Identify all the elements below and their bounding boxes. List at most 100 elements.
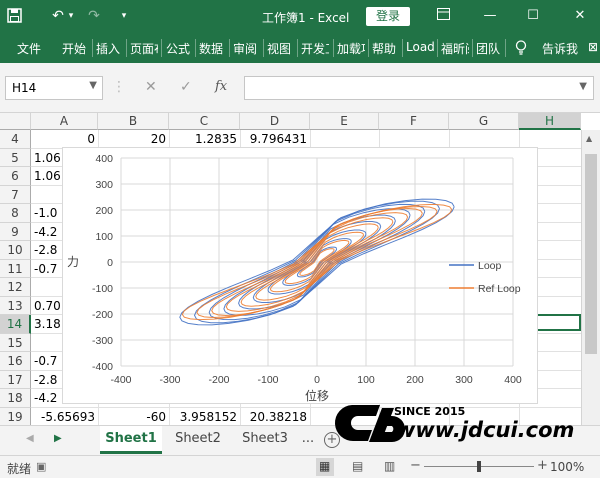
column-header-g[interactable]: G: [449, 113, 519, 130]
select-all-corner[interactable]: [0, 113, 31, 130]
zoom-level[interactable]: 100%: [550, 460, 584, 474]
minimize-icon[interactable]: —: [483, 8, 497, 23]
customize-toolbar-icon[interactable]: ▾: [118, 8, 130, 24]
sheet-tab-sheet2[interactable]: Sheet2: [166, 426, 230, 454]
sheet-tab-sheet3[interactable]: Sheet3: [234, 426, 296, 454]
cell-a19[interactable]: -5.65693: [31, 409, 98, 425]
row-header-4[interactable]: 4: [0, 130, 31, 149]
row-header-17[interactable]: 17: [0, 370, 31, 389]
macro-record-icon[interactable]: ▣: [36, 460, 46, 473]
vertical-scrollbar[interactable]: ▲: [581, 130, 600, 425]
cell-d19[interactable]: 20.38218: [240, 409, 310, 425]
zoom-in-icon[interactable]: +: [537, 458, 548, 473]
vertical-scroll-thumb[interactable]: [585, 154, 597, 354]
page-break-view-icon[interactable]: ▥: [384, 459, 395, 473]
tab-help[interactable]: 帮助: [372, 40, 398, 57]
x-tick-label: -200: [208, 374, 229, 386]
row-header-8[interactable]: 8: [0, 204, 31, 223]
zoom-out-icon[interactable]: −: [410, 458, 421, 473]
page-layout-view-icon[interactable]: ▤: [352, 459, 363, 473]
more-sheets[interactable]: ...: [298, 426, 318, 454]
column-header-a[interactable]: A: [31, 113, 98, 130]
legend-label: Ref Loop: [478, 283, 521, 295]
formula-input[interactable]: ▼: [244, 76, 594, 100]
row-header-5[interactable]: 5: [0, 148, 31, 167]
y-tick-label: 0: [107, 257, 113, 269]
cell-b19[interactable]: -60: [98, 409, 169, 425]
tab-load-test[interactable]: Load Test: [406, 40, 434, 54]
row-header-16[interactable]: 16: [0, 352, 31, 371]
tab-data[interactable]: 数据: [199, 40, 225, 57]
close-icon[interactable]: ✕: [573, 8, 587, 23]
tab-review[interactable]: 审阅: [233, 40, 259, 57]
chart-area[interactable]: 400 300 200 100 0 -100 -200 -300 -400 -400 -300 -20…: [62, 147, 538, 404]
tab-addins[interactable]: 加载项: [337, 40, 365, 57]
cell-a4[interactable]: 0: [31, 131, 98, 147]
x-tick-label: 0: [314, 374, 320, 386]
formula-bar: H14 ▼ ⋮ ✕ ✓ fx ▼: [0, 63, 600, 113]
prev-sheet-icon[interactable]: ◀: [26, 433, 34, 444]
column-header-e[interactable]: E: [310, 113, 379, 130]
ribbon-display-icon[interactable]: [436, 8, 450, 24]
row-header-19[interactable]: 19: [0, 407, 31, 425]
row-header-11[interactable]: 11: [0, 259, 31, 278]
tab-page-layout[interactable]: 页面布局: [130, 40, 158, 57]
y-tick-label: 400: [95, 153, 113, 165]
y-tick-label: 300: [95, 179, 113, 191]
tab-home[interactable]: 开始: [62, 40, 88, 57]
tab-view[interactable]: 视图: [267, 40, 293, 57]
next-sheet-icon[interactable]: ▶: [54, 433, 62, 444]
sheet-tab-sheet1[interactable]: Sheet1: [100, 426, 162, 454]
column-header-f[interactable]: F: [379, 113, 449, 130]
chevron-down-icon[interactable]: ▼: [89, 80, 97, 91]
undo-icon[interactable]: ↶: [48, 8, 68, 24]
cell-d4[interactable]: 9.796431: [240, 131, 310, 147]
share-icon[interactable]: ⊠: [588, 40, 600, 54]
x-tick-label: -300: [159, 374, 180, 386]
row-header-6[interactable]: 6: [0, 167, 31, 186]
tab-file[interactable]: 文件: [17, 40, 43, 57]
status-bar: 就绪 ▣ ▦ ▤ ▥ − + 100%: [0, 455, 600, 478]
row-header-18[interactable]: 18: [0, 389, 31, 408]
column-header-h[interactable]: H: [519, 113, 581, 130]
y-tick-label: -400: [92, 361, 113, 373]
tab-developer[interactable]: 开发工具: [301, 40, 329, 57]
tell-me-box[interactable]: 告诉我: [542, 40, 582, 57]
tab-formulas[interactable]: 公式: [166, 40, 192, 57]
column-header-b[interactable]: B: [98, 113, 169, 130]
cell-c19[interactable]: 3.958152: [169, 409, 240, 425]
tab-foxit[interactable]: 福昕阅读器: [441, 40, 469, 57]
watermark-logo: SINCE 2015 www.jdcui.com: [330, 400, 600, 455]
row-header-13[interactable]: 13: [0, 296, 31, 315]
y-tick-label: 200: [95, 205, 113, 217]
expand-formula-icon[interactable]: ▼: [579, 81, 587, 92]
save-icon[interactable]: [6, 8, 22, 27]
row-header-10[interactable]: 10: [0, 241, 31, 260]
column-header-d[interactable]: D: [240, 113, 310, 130]
maximize-icon[interactable]: ☐: [526, 8, 540, 23]
insert-function-icon[interactable]: fx: [215, 79, 227, 94]
normal-view-glyph: ▦: [319, 459, 331, 473]
zoom-slider-thumb[interactable]: [477, 461, 481, 472]
cell-b4[interactable]: 20: [98, 131, 169, 147]
hysteresis-chart: 400 300 200 100 0 -100 -200 -300 -400-400 -300 -20…: [67, 153, 522, 403]
scroll-up-icon[interactable]: ▲: [586, 134, 592, 143]
login-button[interactable]: 登录: [366, 7, 410, 26]
tab-team[interactable]: 团队: [476, 40, 502, 57]
tab-insert[interactable]: 插入: [96, 40, 122, 57]
x-tick-label: 300: [455, 374, 473, 386]
enter-icon[interactable]: ✓: [180, 79, 192, 95]
column-header-c[interactable]: C: [169, 113, 240, 130]
status-ready: 就绪: [7, 462, 32, 476]
cell-c4[interactable]: 1.2835: [169, 131, 240, 147]
row-header-7[interactable]: 7: [0, 185, 31, 204]
row-header-14[interactable]: 14: [0, 315, 31, 334]
undo-dropdown-icon[interactable]: ▾: [66, 8, 76, 24]
cancel-icon[interactable]: ✕: [145, 79, 157, 95]
name-box-value: H14: [12, 81, 37, 95]
row-header-15[interactable]: 15: [0, 333, 31, 352]
redo-icon[interactable]: ↷: [84, 8, 104, 24]
row-header-12[interactable]: 12: [0, 278, 31, 297]
row-header-9[interactable]: 9: [0, 222, 31, 241]
name-box[interactable]: H14 ▼: [5, 76, 103, 100]
